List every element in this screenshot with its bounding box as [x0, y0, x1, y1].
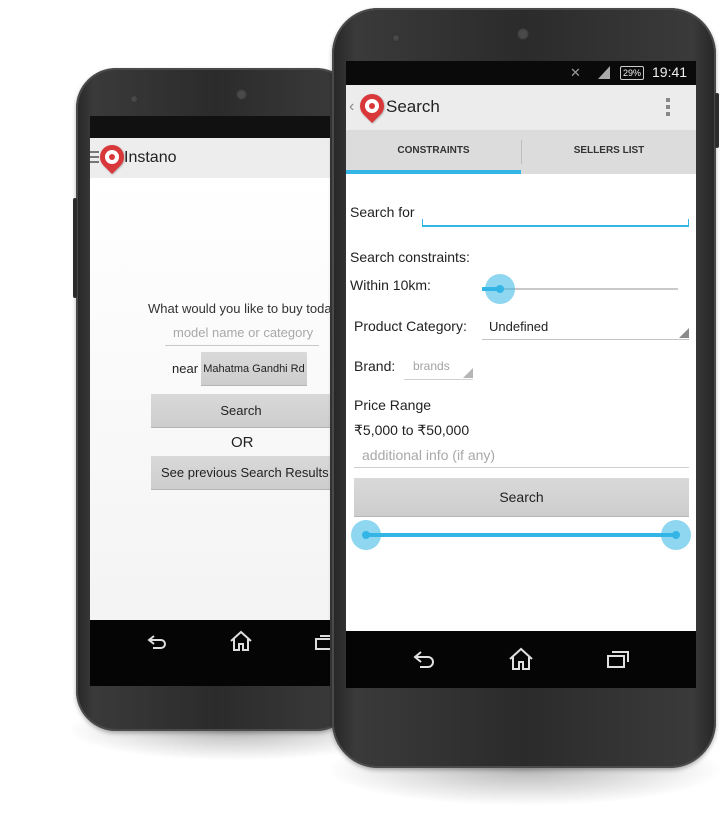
back-action-bar: Instano	[90, 138, 330, 178]
front-speaker	[392, 34, 400, 42]
dropdown-arrow-icon	[463, 368, 473, 378]
app-logo-icon[interactable]	[355, 89, 389, 123]
search-placeholder: model name or category	[173, 325, 314, 340]
tab-sellers-list[interactable]: SELLERS LIST	[522, 130, 696, 174]
dropdown-arrow-icon	[679, 328, 689, 338]
data-off-icon: ✕	[570, 65, 581, 80]
nav-bar	[346, 631, 696, 688]
price-range-slider[interactable]	[350, 519, 692, 551]
search-button[interactable]: Search	[354, 478, 689, 517]
back-search-button[interactable]: Search	[151, 394, 330, 428]
back-phone: Instano What would you like to buy today…	[73, 68, 356, 731]
overflow-menu-icon[interactable]	[666, 98, 672, 116]
status-bar: ✕ 29% 19:41	[346, 61, 696, 85]
front-speaker	[130, 95, 138, 103]
front-camera	[517, 28, 529, 40]
constraints-heading: Search constraints:	[350, 249, 470, 265]
search-for-input[interactable]	[422, 197, 689, 227]
additional-info-input[interactable]: additional info (if any)	[354, 439, 689, 468]
tab-bar: CONSTRAINTS SELLERS LIST	[346, 130, 696, 174]
brand-label: Brand:	[354, 358, 396, 374]
previous-results-button[interactable]: See previous Search Results	[151, 456, 330, 490]
tab-constraints[interactable]: CONSTRAINTS	[346, 130, 521, 174]
page-title: Search	[386, 97, 440, 116]
additional-info-placeholder: additional info (if any)	[362, 447, 496, 463]
brand-placeholder: brands	[413, 359, 450, 373]
back-screen: Instano What would you like to buy today…	[90, 116, 330, 686]
search-input[interactable]: model name or category	[165, 321, 319, 346]
clock: 19:41	[652, 64, 688, 80]
home-icon[interactable]	[226, 628, 256, 654]
location-value: Mahatma Gandhi Rd	[203, 362, 305, 375]
drawer-icon[interactable]	[90, 151, 99, 163]
back-nav-bar	[90, 620, 330, 686]
brand-select[interactable]: brands	[404, 353, 473, 380]
back-icon[interactable]	[142, 630, 172, 654]
search-for-label: Search for	[350, 204, 415, 220]
front-camera	[236, 89, 247, 100]
front-phone: ✕ 29% 19:41 ‹ Search CONSTRAINTS SELLERS…	[332, 8, 719, 768]
front-screen: ✕ 29% 19:41 ‹ Search CONSTRAINTS SELLERS…	[346, 61, 696, 688]
category-value: Undefined	[489, 319, 549, 334]
near-label: near	[172, 361, 199, 376]
category-select[interactable]: Undefined	[482, 311, 689, 340]
signal-icon	[598, 66, 610, 79]
back-icon[interactable]	[408, 647, 440, 671]
recents-icon[interactable]	[310, 630, 330, 654]
buy-prompt: What would you like to buy today	[148, 301, 330, 316]
or-label: OR	[231, 434, 254, 451]
distance-label: Within 10km:	[350, 277, 431, 293]
distance-slider[interactable]	[482, 273, 678, 305]
app-title: Instano	[124, 149, 177, 166]
battery-level: 29%	[622, 68, 641, 78]
home-icon[interactable]	[505, 645, 537, 673]
action-bar: ‹ Search	[346, 85, 696, 130]
category-label: Product Category:	[354, 318, 467, 334]
battery-icon: 29%	[620, 66, 644, 80]
recents-icon[interactable]	[602, 647, 634, 671]
location-button[interactable]: Mahatma Gandhi Rd	[201, 352, 307, 386]
up-navigation-icon[interactable]: ‹	[349, 99, 354, 115]
price-range-label: Price Range	[354, 397, 432, 413]
price-range-value: ₹5,000 to ₹50,000	[354, 422, 470, 438]
